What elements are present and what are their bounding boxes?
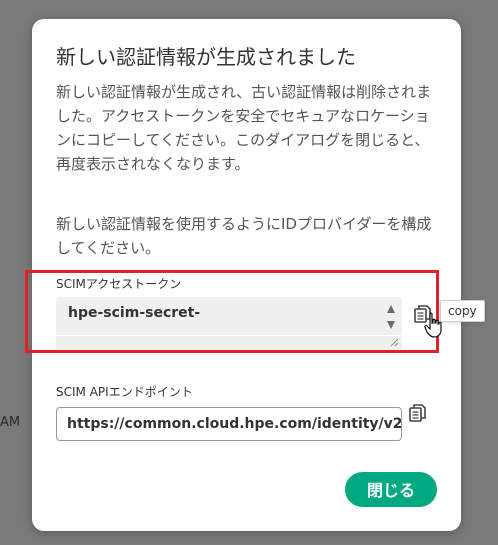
hand-cursor-icon — [424, 312, 442, 338]
copy-tooltip: copy — [440, 300, 485, 322]
token-textarea[interactable]: hpe-scim-secret- — [56, 297, 402, 350]
endpoint-value: https://common.cloud.hpe.com/identity/v2… — [67, 416, 402, 432]
endpoint-input[interactable]: https://common.cloud.hpe.com/identity/v2… — [56, 407, 402, 441]
token-value: hpe-scim-secret- — [68, 305, 201, 321]
dialog-title: 新しい認証情報が生成されました — [56, 45, 356, 69]
copy-icon[interactable] — [407, 402, 429, 424]
endpoint-field-label: SCIM APIエンドポイント — [56, 385, 193, 399]
spinner-arrows-icon[interactable] — [386, 303, 396, 331]
background-partial-text: AM — [0, 415, 21, 430]
textarea-divider — [56, 335, 402, 336]
resize-grip-icon[interactable] — [389, 337, 399, 347]
close-button[interactable]: 閉じる — [345, 472, 437, 507]
dialog-instruction: 新しい認証情報を使用するようにIDプロバイダーを構成してください。 — [56, 215, 432, 257]
token-field-label: SCIMアクセストークン — [56, 277, 182, 291]
dialog-message: 新しい認証情報が生成され、古い認証情報は削除されました。アクセストークンを安全で… — [56, 83, 432, 173]
credentials-dialog: 新しい認証情報が生成されました 新しい認証情報が生成され、古い認証情報は削除され… — [25, 19, 485, 531]
